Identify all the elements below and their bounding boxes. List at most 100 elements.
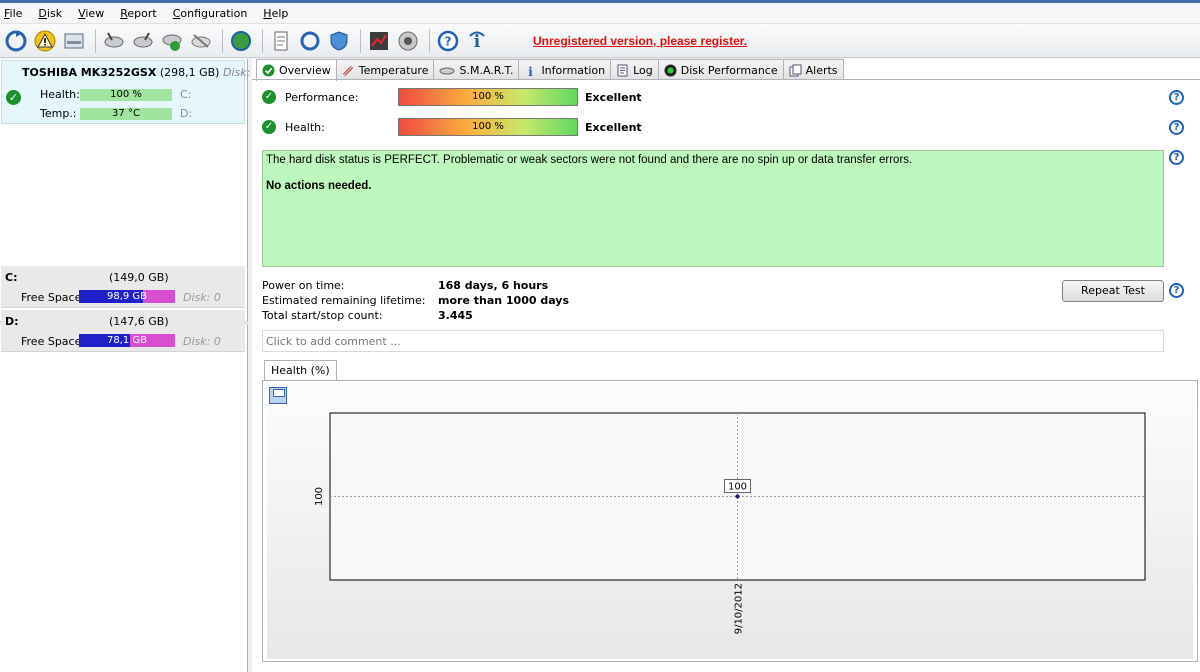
svg-text:i: i [529, 65, 534, 77]
health-rating: Excellent [585, 121, 642, 134]
x-tick-label: 9/10/2012 [734, 583, 745, 634]
sync-icon[interactable] [297, 28, 323, 54]
tab-alerts[interactable]: Alerts [782, 59, 844, 80]
menu-file[interactable]: File [4, 7, 22, 20]
chart-icon[interactable] [366, 28, 392, 54]
health-chart: 100 100 9/10/2012 [314, 412, 1146, 634]
volume-size: (149,0 GB) [109, 271, 169, 284]
menu-view[interactable]: View [78, 7, 104, 20]
volume-free-value: 78,1 GB [106, 335, 148, 346]
speaker-icon[interactable] [395, 28, 421, 54]
disk-list-panel: TOSHIBA MK3252GSX (298,1 GB) Disk: 0 ✓ H… [0, 59, 261, 672]
disk-temp-value: 37 °C [80, 108, 172, 120]
performance-help-icon[interactable]: ? [1169, 90, 1184, 105]
tab-information[interactable]: i Information [518, 59, 612, 80]
repeat-test-button[interactable]: Repeat Test [1062, 280, 1164, 302]
disk-tool-2-icon[interactable] [130, 28, 156, 54]
tab-bar: Overview Temperature S.M.A.R.T. i Inform… [256, 59, 844, 81]
performance-rating: Excellent [585, 91, 642, 104]
performance-bar: 100 % [398, 88, 578, 106]
tab-disk-performance-label: Disk Performance [680, 63, 778, 77]
disk-tool-3-icon[interactable] [188, 28, 214, 54]
volume-letter: C: [5, 271, 18, 284]
volume-free-bar: 98,9 GB [79, 290, 175, 303]
disk-icon[interactable] [61, 28, 87, 54]
startstop-value: 3.445 [438, 309, 473, 322]
menu-bar: File Disk View Report Configuration Help [0, 0, 1200, 24]
disk-drive-d: D: [180, 107, 193, 120]
disk-size: (298,1 GB) [159, 66, 220, 79]
data-label: 100 [728, 482, 747, 493]
disk-check-icon[interactable] [159, 28, 185, 54]
volume-item[interactable]: C: (149,0 GB) Free Space 98,9 GB Disk: 0 [1, 266, 245, 308]
tab-log[interactable]: Log [610, 59, 659, 80]
svg-text:i: i [474, 32, 481, 52]
alerts-icon [789, 64, 802, 77]
volume-size: (147,6 GB) [109, 315, 169, 328]
data-point [735, 494, 740, 499]
toolbar-separator [429, 28, 430, 53]
toolbar-separator [222, 28, 223, 53]
svg-text:?: ? [445, 34, 452, 48]
help-icon[interactable]: ? [435, 28, 461, 54]
warning-icon[interactable] [32, 28, 58, 54]
disk-card[interactable]: TOSHIBA MK3252GSX (298,1 GB) Disk: 0 ✓ H… [1, 60, 261, 124]
chart-panel: 100 100 9/10/2012 [262, 380, 1198, 662]
tab-alerts-label: Alerts [805, 63, 838, 77]
tab-smart[interactable]: S.M.A.R.T. [433, 59, 520, 80]
tab-temperature[interactable]: Temperature [335, 59, 435, 80]
performance-value: 100 % [472, 91, 504, 102]
tab-disk-performance[interactable]: Disk Performance [657, 59, 784, 80]
volume-disk: Disk: 0 [183, 291, 221, 304]
tab-temperature-label: Temperature [358, 63, 429, 77]
comment-field[interactable]: Click to add comment ... [262, 330, 1164, 352]
status-text: The hard disk status is PERFECT. Problem… [266, 154, 913, 166]
shield-icon[interactable] [326, 28, 352, 54]
volume-disk: Disk: 0 [183, 335, 221, 348]
volume-item[interactable]: D: (147,6 GB) Free Space 78,1 GB Disk: 0 [1, 310, 245, 352]
menu-report[interactable]: Report [120, 7, 156, 20]
tab-divider [252, 79, 1200, 80]
repeat-test-help-icon[interactable]: ? [1169, 283, 1184, 298]
thermometer-icon [342, 64, 355, 77]
menu-configuration[interactable]: Configuration [173, 7, 248, 20]
menu-help[interactable]: Help [263, 7, 288, 20]
status-help-icon[interactable]: ? [1169, 150, 1184, 165]
report-icon[interactable] [268, 28, 294, 54]
health-bar: 100 % [398, 118, 578, 136]
smart-icon [439, 64, 455, 77]
main-panel: Overview Temperature S.M.A.R.T. i Inform… [252, 59, 1200, 672]
performance-check-icon: ✓ [262, 90, 276, 104]
menu-disk[interactable]: Disk [38, 7, 62, 20]
volume-free-label: Free Space [21, 291, 82, 304]
tab-information-label: Information [541, 63, 606, 77]
chart-tab-health[interactable]: Health (%) [264, 360, 337, 381]
tab-log-label: Log [633, 63, 653, 77]
startstop-label: Total start/stop count: [262, 309, 383, 322]
lifetime-value: more than 1000 days [438, 294, 570, 307]
info-icon[interactable]: i [464, 28, 490, 54]
toolbar-separator [262, 28, 263, 53]
volume-free-label: Free Space [21, 335, 82, 348]
volume-free-value: 98,9 GB [106, 291, 148, 302]
disk-title: TOSHIBA MK3252GSX (298,1 GB) Disk: 0 [22, 66, 261, 79]
toolbar: ? i Unregistered version, please registe… [0, 24, 1200, 58]
toolbar-separator [95, 28, 96, 53]
health-row: ✓ Health: 100 % Excellent [262, 118, 1182, 138]
performance-row: ✓ Performance: 100 % Excellent [262, 88, 1182, 108]
refresh-icon[interactable] [3, 28, 29, 54]
disk-name: TOSHIBA MK3252GSX [22, 66, 157, 79]
tab-overview[interactable]: Overview [256, 59, 337, 81]
health-help-icon[interactable]: ? [1169, 120, 1184, 135]
disk-temp-label: Temp.: [40, 107, 77, 120]
disk-tool-1-icon[interactable] [101, 28, 127, 54]
health-value: 100 % [472, 121, 504, 132]
disk-health-label: Health: [40, 88, 80, 101]
status-box: The hard disk status is PERFECT. Problem… [262, 150, 1164, 267]
globe-icon[interactable] [228, 28, 254, 54]
disk-health-value: 100 % [80, 89, 172, 101]
health-label: Health: [285, 121, 325, 134]
gauge-icon [664, 64, 677, 77]
unregistered-link[interactable]: Unregistered version, please register. [533, 34, 747, 48]
log-icon [616, 64, 629, 77]
